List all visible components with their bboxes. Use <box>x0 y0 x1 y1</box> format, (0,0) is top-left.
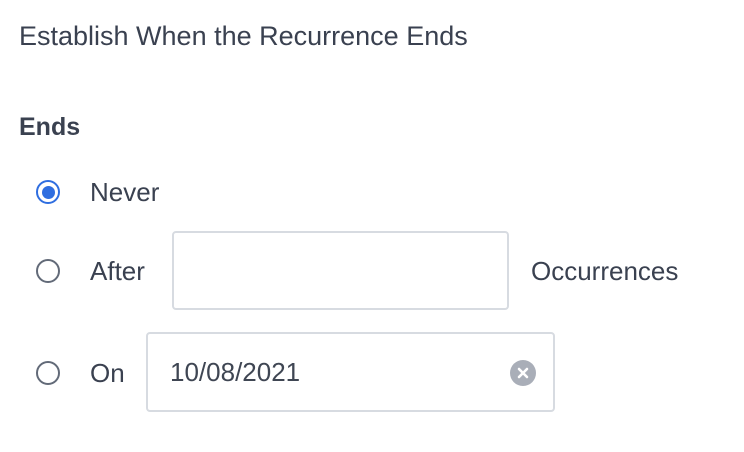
ends-option-on[interactable]: On <box>36 357 125 389</box>
on-radio[interactable] <box>36 361 60 385</box>
ends-option-never[interactable]: Never <box>36 176 159 208</box>
never-label[interactable]: Never <box>90 176 159 208</box>
after-label[interactable]: After <box>90 255 145 287</box>
section-title: Establish When the Recurrence Ends <box>19 21 468 51</box>
after-radio[interactable] <box>36 259 60 283</box>
never-radio[interactable] <box>36 180 60 204</box>
ends-label: Ends <box>19 113 81 141</box>
clear-x-icon[interactable] <box>510 360 536 386</box>
on-label[interactable]: On <box>90 357 125 389</box>
occurrences-label: Occurrences <box>531 256 679 286</box>
end-date-value: 10/08/2021 <box>170 357 301 387</box>
recurrence-end-page: Establish When the Recurrence Ends Ends … <box>0 0 744 452</box>
occurrences-input[interactable] <box>172 231 509 310</box>
radio-selected-dot <box>41 185 55 199</box>
ends-option-after[interactable]: After <box>36 255 145 287</box>
end-date-input[interactable]: 10/08/2021 <box>146 332 555 412</box>
